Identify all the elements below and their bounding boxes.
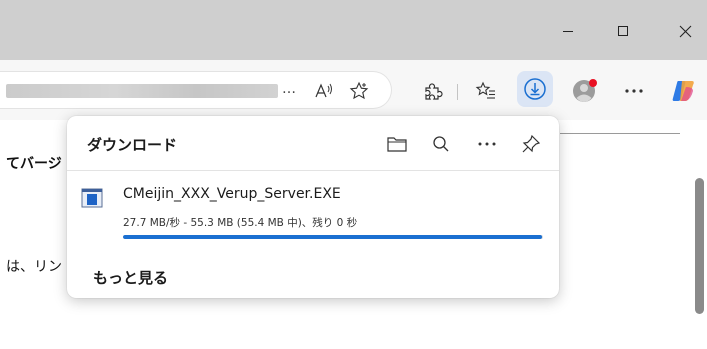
page-text-fragment: は、リン bbox=[6, 259, 62, 275]
maximize-button[interactable] bbox=[603, 16, 643, 46]
downloads-panel-title: ダウンロード bbox=[87, 136, 178, 154]
exe-file-icon bbox=[81, 188, 103, 208]
title-bar bbox=[0, 0, 707, 60]
download-progress-fill bbox=[123, 235, 543, 239]
page-heading-fragment: てバージ bbox=[6, 156, 62, 172]
minimize-button[interactable] bbox=[548, 16, 588, 46]
see-more-link[interactable]: もっと見る bbox=[93, 267, 168, 288]
download-status: 27.7 MB/秒 - 55.3 MB (55.4 MB 中)、残り 0 秒 bbox=[123, 217, 358, 229]
url-ellipsis: … bbox=[282, 81, 296, 97]
close-icon bbox=[679, 25, 691, 37]
folder-icon bbox=[387, 137, 407, 152]
extensions-icon[interactable] bbox=[420, 78, 446, 104]
read-aloud-icon[interactable] bbox=[313, 80, 335, 102]
copilot-icon bbox=[672, 81, 694, 101]
minimize-icon bbox=[563, 31, 573, 32]
url-redacted bbox=[6, 84, 278, 98]
search-icon bbox=[433, 136, 449, 152]
pin-icon bbox=[522, 134, 541, 153]
more-dots-icon bbox=[625, 89, 643, 93]
open-folder-button[interactable] bbox=[385, 132, 409, 156]
download-progress-bar bbox=[123, 235, 543, 239]
panel-divider bbox=[67, 170, 559, 171]
download-file-name[interactable]: CMeijin_XXX_Verup_Server.EXE bbox=[123, 186, 341, 202]
download-icon bbox=[524, 78, 546, 100]
close-button[interactable] bbox=[665, 16, 705, 46]
maximize-icon bbox=[618, 26, 628, 36]
copilot-button[interactable] bbox=[668, 76, 698, 106]
favorite-star-icon[interactable] bbox=[348, 80, 370, 102]
browser-toolbar: … bbox=[0, 60, 707, 120]
toolbar-separator bbox=[457, 84, 458, 100]
pin-panel-button[interactable] bbox=[519, 132, 543, 156]
favorites-icon[interactable] bbox=[473, 78, 499, 104]
search-downloads-button[interactable] bbox=[429, 132, 453, 156]
page-divider bbox=[560, 133, 680, 134]
scrollbar-thumb[interactable] bbox=[695, 178, 704, 314]
address-bar[interactable]: … bbox=[0, 71, 392, 109]
profile-icon bbox=[573, 79, 597, 102]
downloads-more-button[interactable] bbox=[475, 132, 499, 156]
more-dots-icon bbox=[478, 142, 496, 146]
more-options-button[interactable] bbox=[621, 78, 647, 104]
downloads-panel: ダウンロード CMeijin_XXX_Verup_Server.EXE 27.7… bbox=[67, 116, 559, 298]
profile-avatar[interactable] bbox=[570, 76, 600, 106]
downloads-button[interactable] bbox=[517, 71, 553, 107]
